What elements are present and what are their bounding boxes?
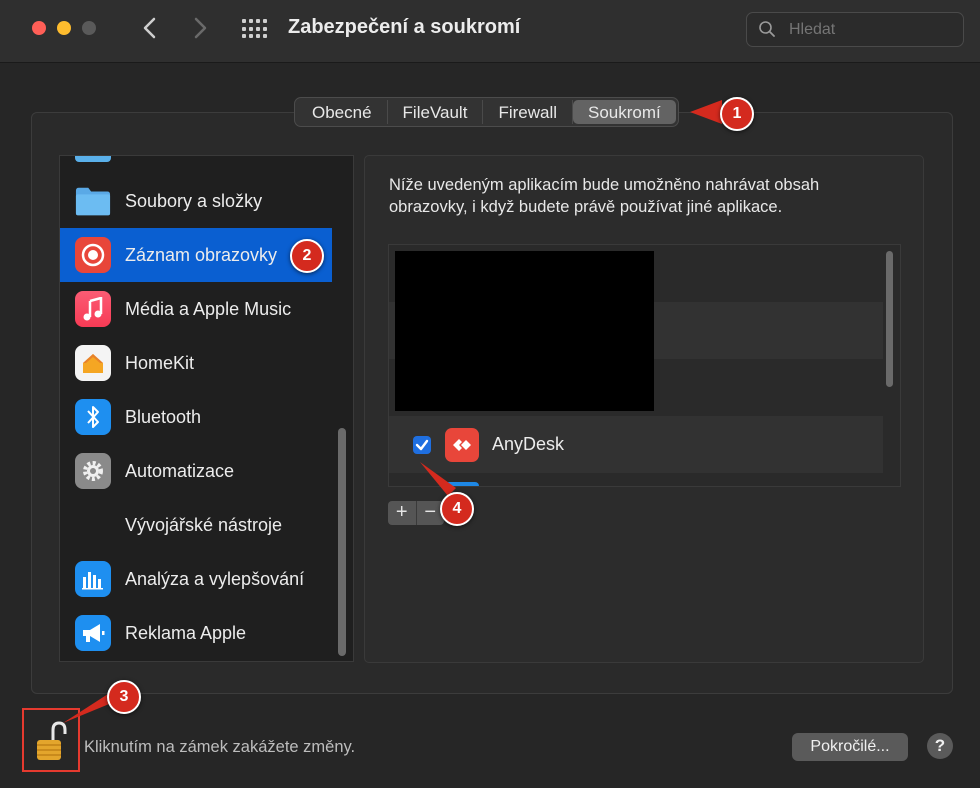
preferences-window: Zabezpečení a soukromí Obecné FileVault … (0, 0, 980, 788)
tab-obecne[interactable]: Obecné (297, 100, 388, 124)
minimize-button[interactable] (57, 21, 71, 35)
sidebar-scrollbar[interactable] (338, 428, 346, 656)
sidebar-item-apple-ads[interactable]: Reklama Apple (60, 606, 332, 660)
lock-status-text: Kliknutím na zámek zakážete změny. (84, 738, 356, 756)
search-input[interactable] (787, 19, 951, 41)
tab-firewall[interactable]: Firewall (483, 100, 573, 124)
sidebar-item-label: Automatizace (125, 460, 235, 481)
sidebar-item-analytics[interactable]: Analýza a vylepšování (60, 552, 332, 606)
redacted-area (395, 251, 654, 411)
show-all-grid-icon[interactable] (242, 19, 267, 39)
add-app-button[interactable]: + (388, 501, 417, 525)
app-list-scrollbar[interactable] (886, 251, 893, 387)
bluetooth-icon (75, 399, 111, 435)
add-remove-control: + − (388, 501, 444, 525)
gear-icon (75, 453, 111, 489)
sidebar-item-media-music[interactable]: Média a Apple Music (60, 282, 332, 336)
home-icon (75, 345, 111, 381)
checkmark-icon (415, 439, 429, 451)
callout-marker-1: 1 (720, 97, 754, 131)
search-icon (759, 21, 775, 37)
sidebar-item-label: Soubory a složky (125, 190, 263, 211)
chart-icon (75, 561, 111, 597)
search-field[interactable] (746, 12, 964, 47)
description-text: Níže uvedeným aplikacím bude umožněno na… (389, 176, 820, 216)
sidebar-item-label: Vývojářské nástroje (125, 514, 283, 535)
sidebar-item-homekit[interactable]: HomeKit (60, 336, 332, 390)
tab-soukromi[interactable]: Soukromí (573, 100, 676, 124)
advanced-button[interactable]: Pokročilé... (792, 733, 908, 761)
screen-record-icon (75, 237, 111, 273)
sidebar-item-automation[interactable]: Automatizace (60, 444, 332, 498)
sidebar-item-files-folders[interactable]: Soubory a složky (60, 174, 332, 228)
unlocked-padlock-icon[interactable] (35, 720, 67, 764)
forward-button[interactable] (186, 14, 214, 42)
anydesk-checkbox[interactable] (413, 436, 431, 454)
tab-bar: Obecné FileVault Firewall Soukromí (294, 97, 679, 127)
back-button[interactable] (136, 14, 164, 42)
help-button[interactable]: ? (927, 733, 953, 759)
anydesk-icon (445, 428, 479, 462)
callout-marker-4: 4 (440, 492, 474, 526)
sidebar-item-label: HomeKit (125, 352, 195, 373)
blank-icon (75, 507, 111, 543)
folder-icon (75, 183, 111, 219)
sidebar-item-label: Bluetooth (125, 406, 202, 427)
sidebar-item-label: Reklama Apple (125, 622, 247, 643)
sidebar-item-label: Analýza a vylepšování (125, 568, 305, 589)
sidebar-item-label: Média a Apple Music (125, 298, 292, 319)
sidebar-item-bluetooth[interactable]: Bluetooth (60, 390, 332, 444)
zoom-button[interactable] (82, 21, 96, 35)
partial-app-icon (445, 482, 479, 486)
title-bar: Zabezpečení a soukromí (0, 0, 980, 63)
close-button[interactable] (32, 21, 46, 35)
megaphone-icon (75, 615, 111, 651)
music-icon (75, 291, 111, 327)
sidebar-item-label: Záznam obrazovky (125, 244, 278, 265)
partial-item-icon (75, 156, 111, 162)
callout-marker-3: 3 (107, 680, 141, 714)
app-list: AnyDesk (388, 244, 901, 487)
sidebar-item-developer-tools[interactable]: Vývojářské nástroje (60, 498, 332, 552)
window-title: Zabezpečení a soukromí (288, 16, 521, 38)
privacy-category-list: Soubory a složky Záznam obrazovky Média … (59, 155, 354, 662)
callout-marker-2: 2 (290, 239, 324, 273)
chevron-left-icon (143, 17, 156, 39)
tab-filevault[interactable]: FileVault (388, 100, 484, 124)
chevron-right-icon (194, 17, 207, 39)
app-name: AnyDesk (492, 434, 565, 454)
